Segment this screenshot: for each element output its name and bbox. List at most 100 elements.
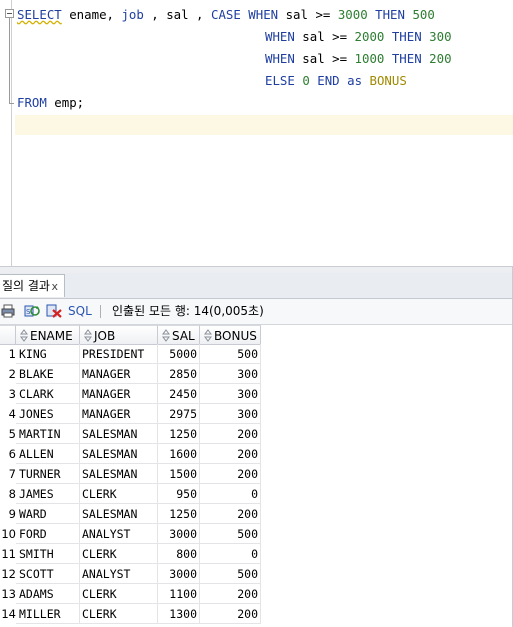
cell-sal[interactable]: 1100 bbox=[158, 584, 200, 604]
cell-bonus[interactable]: 0 bbox=[200, 484, 261, 504]
keyword: END bbox=[317, 73, 340, 88]
column-header-ename[interactable]: ENAME bbox=[16, 325, 80, 345]
cell-job[interactable]: ANALYST bbox=[80, 564, 158, 584]
cell-job[interactable]: MANAGER bbox=[80, 384, 158, 404]
cell-bonus[interactable]: 0 bbox=[200, 544, 261, 564]
sort-icon[interactable] bbox=[84, 329, 92, 342]
column-header-sal[interactable]: SAL bbox=[158, 325, 200, 345]
code-line-1[interactable]: SELECT ename, job , sal , CASE WHEN sal … bbox=[17, 4, 435, 26]
cell-sal[interactable]: 1500 bbox=[158, 464, 200, 484]
cell-bonus[interactable]: 300 bbox=[200, 404, 261, 424]
keyword: THEN bbox=[391, 51, 422, 66]
cell-job[interactable]: SALESMAN bbox=[80, 464, 158, 484]
cell-sal[interactable]: 2975 bbox=[158, 404, 200, 424]
cell-sal[interactable]: 3000 bbox=[158, 524, 200, 544]
keyword: WHEN bbox=[248, 7, 279, 22]
cell-ename[interactable]: SMITH bbox=[16, 544, 80, 564]
cell-sal[interactable]: 950 bbox=[158, 484, 200, 504]
results-toolbar: S SQL 인출된 모든 행: 14(0,005초) bbox=[0, 299, 513, 325]
row-number: 12 bbox=[1, 567, 16, 581]
row-number: 4 bbox=[8, 407, 16, 421]
cell-job[interactable]: MANAGER bbox=[80, 364, 158, 384]
cell-sal[interactable]: 2450 bbox=[158, 384, 200, 404]
cell-ename[interactable]: TURNER bbox=[16, 464, 80, 484]
cell-job[interactable]: CLERK bbox=[80, 604, 158, 624]
tab-query-result[interactable]: 질의 결과 x bbox=[0, 274, 65, 297]
cell-job[interactable]: CLERK bbox=[80, 544, 158, 564]
cell-job[interactable]: SALESMAN bbox=[80, 504, 158, 524]
code-text: sal >= bbox=[294, 29, 355, 44]
cell-ename[interactable]: KING bbox=[16, 344, 80, 364]
cell-bonus[interactable]: 200 bbox=[200, 584, 261, 604]
cancel-query-icon[interactable] bbox=[46, 304, 62, 318]
cell-bonus[interactable]: 500 bbox=[200, 564, 261, 584]
cell-bonus[interactable]: 200 bbox=[200, 504, 261, 524]
cell-ename[interactable]: JONES bbox=[16, 404, 80, 424]
code-line-4[interactable]: ELSE 0 END as BONUS bbox=[265, 70, 407, 92]
row-number: 10 bbox=[1, 527, 16, 541]
cell-ename[interactable]: ADAMS bbox=[16, 584, 80, 604]
cell-bonus[interactable]: 300 bbox=[200, 364, 261, 384]
cell-sal[interactable]: 3000 bbox=[158, 564, 200, 584]
cell-job[interactable]: PRESIDENT bbox=[80, 344, 158, 364]
column-alias: BONUS bbox=[369, 73, 407, 88]
sql-link[interactable]: SQL bbox=[68, 299, 92, 324]
cell-job[interactable]: ANALYST bbox=[80, 524, 158, 544]
cell-ename[interactable]: MILLER bbox=[16, 604, 80, 624]
code-line-2[interactable]: WHEN sal >= 2000 THEN 300 bbox=[265, 26, 452, 48]
cell-sal[interactable]: 800 bbox=[158, 544, 200, 564]
column-header-job[interactable]: JOB bbox=[80, 325, 158, 345]
cell-sal[interactable]: 1250 bbox=[158, 504, 200, 524]
cell-job[interactable]: SALESMAN bbox=[80, 424, 158, 444]
cell-ename[interactable]: BLAKE bbox=[16, 364, 80, 384]
fold-toggle-icon[interactable] bbox=[5, 9, 14, 18]
cell-bonus[interactable]: 200 bbox=[200, 464, 261, 484]
sort-icon[interactable] bbox=[20, 329, 28, 342]
row-number: 2 bbox=[8, 367, 16, 381]
cell-ename[interactable]: WARD bbox=[16, 504, 80, 524]
code-text: , sal , bbox=[143, 7, 211, 22]
cell-ename[interactable]: SCOTT bbox=[16, 564, 80, 584]
cell-bonus[interactable]: 500 bbox=[200, 344, 261, 364]
tab-label: 질의 결과 bbox=[2, 279, 50, 293]
toolbar-separator bbox=[100, 305, 101, 318]
cell-bonus[interactable]: 500 bbox=[200, 524, 261, 544]
cell-bonus[interactable]: 200 bbox=[200, 604, 261, 624]
close-icon[interactable]: x bbox=[51, 275, 58, 298]
cell-ename[interactable]: JAMES bbox=[16, 484, 80, 504]
sort-icon[interactable] bbox=[204, 329, 212, 342]
cell-sal[interactable]: 2850 bbox=[158, 364, 200, 384]
cell-sal[interactable]: 1300 bbox=[158, 604, 200, 624]
cell-job[interactable]: MANAGER bbox=[80, 404, 158, 424]
results-tab-bar: 질의 결과 x bbox=[0, 273, 513, 299]
keyword: THEN bbox=[391, 29, 422, 44]
keyword: job bbox=[121, 7, 144, 22]
code-line-3[interactable]: WHEN sal >= 1000 THEN 200 bbox=[265, 48, 452, 70]
column-header-label: ENAME bbox=[30, 329, 73, 343]
cell-sal[interactable]: 1600 bbox=[158, 444, 200, 464]
cell-ename[interactable]: CLARK bbox=[16, 384, 80, 404]
sql-editor[interactable]: SELECT ename, job , sal , CASE WHEN sal … bbox=[0, 0, 513, 266]
number-literal: 3000 bbox=[337, 7, 368, 22]
cell-bonus[interactable]: 200 bbox=[200, 424, 261, 444]
keyword: FROM bbox=[17, 95, 47, 110]
cell-job[interactable]: CLERK bbox=[80, 484, 158, 504]
code-line-5[interactable]: FROM emp; bbox=[17, 92, 84, 114]
cell-job[interactable]: SALESMAN bbox=[80, 444, 158, 464]
cell-sal[interactable]: 5000 bbox=[158, 344, 200, 364]
cell-job[interactable]: CLERK bbox=[80, 584, 158, 604]
cell-bonus[interactable]: 200 bbox=[200, 444, 261, 464]
sort-icon[interactable] bbox=[162, 329, 170, 342]
row-number: 8 bbox=[8, 487, 16, 501]
cell-ename[interactable]: MARTIN bbox=[16, 424, 80, 444]
column-header-bonus[interactable]: BONUS bbox=[200, 325, 261, 345]
cell-sal[interactable]: 1250 bbox=[158, 424, 200, 444]
print-icon[interactable] bbox=[1, 304, 15, 318]
cell-ename[interactable]: ALLEN bbox=[16, 444, 80, 464]
refresh-sql-icon[interactable]: S bbox=[24, 304, 40, 318]
cell-bonus[interactable]: 300 bbox=[200, 384, 261, 404]
column-header-label: BONUS bbox=[214, 329, 257, 343]
current-line-highlight bbox=[15, 115, 513, 135]
editor-gutter bbox=[0, 0, 14, 266]
cell-ename[interactable]: FORD bbox=[16, 524, 80, 544]
